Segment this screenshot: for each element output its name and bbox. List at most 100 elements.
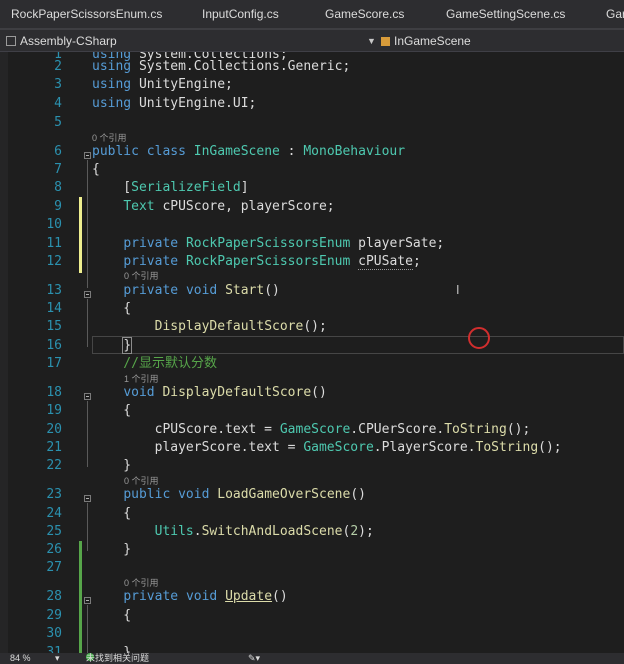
line-number: 30 (46, 626, 62, 641)
code-line-17: //显示默认分数 (92, 355, 217, 373)
text-cursor-icon: I (456, 283, 460, 297)
fold-guide (87, 503, 88, 551)
type-name: MonoBehaviour (303, 144, 406, 159)
keyword: using (92, 96, 132, 111)
keyword: void (185, 283, 218, 298)
keyword: void (185, 589, 218, 604)
current-line-highlight (92, 336, 624, 354)
collapse-toggle[interactable] (84, 291, 91, 298)
project-dropdown[interactable]: Assembly-CSharp (6, 33, 117, 49)
saved-change-marker (79, 541, 82, 653)
line-number: 6 (54, 144, 62, 159)
tab-gamesettingscene[interactable]: GameSettingScene.cs (446, 0, 565, 28)
line-number: 17 (46, 356, 62, 371)
line-number: 2 (54, 59, 62, 74)
code-text: . (193, 524, 202, 539)
code-line-24: { (92, 505, 131, 523)
line-number: 31 (46, 645, 62, 653)
keyword: public (92, 144, 139, 159)
method-name: SwitchAndLoadScene (201, 524, 343, 539)
code-line-19: { (92, 402, 131, 420)
method-name: DisplayDefaultScore (154, 319, 304, 334)
unused-field-hint[interactable]: cPUSate (358, 254, 413, 270)
collapse-toggle[interactable] (84, 597, 91, 604)
code-text: (); (303, 319, 327, 334)
matched-brace: } (122, 337, 133, 354)
code-text: () (350, 487, 366, 502)
keyword: using (92, 59, 132, 74)
code-line-20: cPUScore.text = GameScore.CPUerScore.ToS… (92, 421, 531, 439)
line-number: 12 (46, 254, 62, 269)
type-name: RockPaperScissorsEnum (185, 254, 351, 269)
tab-gamescore[interactable]: GameScore.cs (325, 0, 404, 28)
code-line-6: public class InGameScene : MonoBehaviour (92, 143, 405, 161)
code-line-29: { (92, 607, 131, 625)
code-text: cPUScore, playerScore; (154, 199, 335, 214)
tab-rockpaperscissorsenum[interactable]: RockPaperScissorsEnum.cs (11, 0, 162, 28)
type-name: Text (123, 199, 155, 214)
fold-guide (87, 401, 88, 467)
method-name: ToString (444, 422, 507, 437)
code-line-2: using System.Collections.Generic; (92, 58, 350, 76)
line-number: 26 (46, 542, 62, 557)
code-text: { (92, 301, 132, 316)
code-text: { (92, 403, 132, 418)
keyword: private (123, 236, 179, 251)
collapse-toggle[interactable] (84, 152, 91, 159)
method-name: Update (225, 589, 273, 604)
reference-count-lens[interactable]: 0 个引用 (124, 271, 159, 282)
zoom-level[interactable]: 84 % (10, 653, 31, 664)
code-text: [ (92, 180, 132, 195)
method-name: DisplayDefaultScore (162, 385, 312, 400)
brush-icon[interactable]: ✎▾ (248, 653, 260, 664)
code-editor[interactable]: 1 2 3 4 5 6 7 8 9 10 11 12 13 14 15 16 1… (0, 52, 624, 653)
class-icon (381, 37, 390, 46)
line-number: 22 (46, 458, 62, 473)
code-text: ); (358, 524, 374, 539)
collapse-toggle[interactable] (84, 393, 91, 400)
tab-overflow[interactable]: Gar (606, 0, 624, 28)
line-number: 24 (46, 506, 62, 521)
attribute-name: SerializeField (131, 180, 241, 195)
code-line-21: playerScore.text = GameScore.PlayerScore… (92, 439, 562, 457)
code-text: .PlayerScore. (373, 440, 476, 455)
method-name: ToString (475, 440, 539, 455)
code-text: } (92, 458, 132, 473)
keyword: void (178, 487, 210, 502)
code-text: { (92, 162, 100, 177)
code-text: { (92, 608, 132, 623)
line-number: 20 (46, 422, 62, 437)
chevron-down-icon[interactable]: ▾ (55, 653, 60, 664)
code-text: () (264, 283, 280, 298)
collapse-toggle[interactable] (84, 495, 91, 502)
code-text: (); (538, 440, 562, 455)
status-bar: 84 % ▾ 未找到相关问题 ✎▾ (0, 653, 624, 664)
code-line-18: void DisplayDefaultScore() (92, 384, 327, 402)
line-number: 16 (46, 338, 62, 353)
code-text: cPUScore.text = (92, 422, 280, 437)
code-line-13: private void Start() (92, 282, 280, 300)
chevron-down-icon[interactable]: ▼ (367, 33, 376, 49)
keyword: private (123, 254, 179, 269)
code-line-26: } (92, 541, 131, 559)
keyword: private (123, 283, 179, 298)
code-text: { (92, 506, 132, 521)
code-text: } (92, 542, 132, 557)
tab-inputconfig[interactable]: InputConfig.cs (202, 0, 279, 28)
member-dropdown[interactable]: InGameScene (381, 33, 471, 49)
navigation-bar: Assembly-CSharp ▼ InGameScene (0, 30, 624, 52)
number-literal: 2 (350, 524, 359, 539)
line-number: 3 (54, 77, 62, 92)
